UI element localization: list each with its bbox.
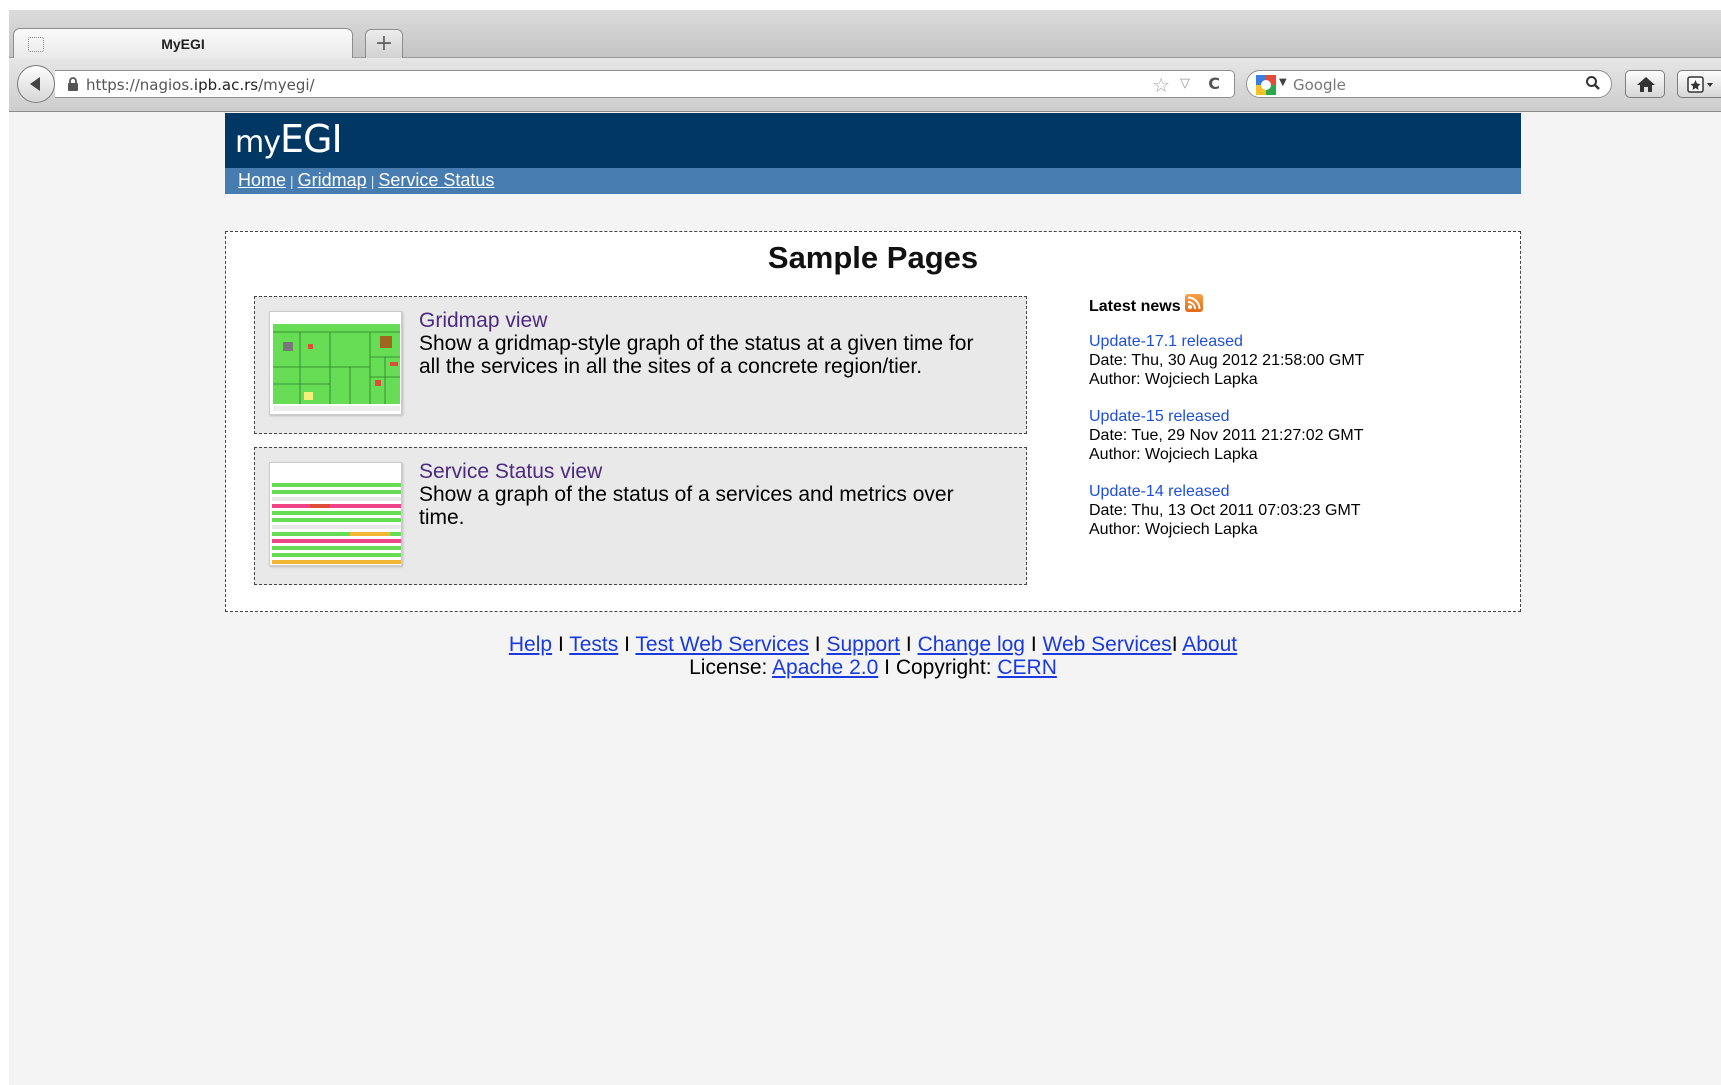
footer-web-services-link[interactable]: Web Services xyxy=(1043,633,1172,656)
license-link[interactable]: Apache 2.0 xyxy=(772,656,878,679)
page-title: Sample Pages xyxy=(767,240,979,275)
nav-separator: | xyxy=(290,173,294,189)
footer-separator: I xyxy=(1171,633,1178,656)
latest-news-heading: Latest news xyxy=(1089,294,1509,315)
footer-separator: I xyxy=(905,633,912,656)
latest-news: Latest news Update-17.1 released Date: T… xyxy=(1089,294,1509,539)
footer-test-web-services-link[interactable]: Test Web Services xyxy=(635,633,809,656)
news-item-link[interactable]: Update-15 released xyxy=(1089,407,1509,426)
copyright-label: Copyright: xyxy=(895,656,992,679)
service-status-view-link[interactable]: Service Status view xyxy=(419,460,602,484)
engine-dropdown-icon[interactable]: ▼ xyxy=(1279,77,1287,88)
reload-icon[interactable]: C xyxy=(1208,74,1220,93)
site-header: myEGI xyxy=(225,113,1521,168)
myegi-logo[interactable]: myEGI xyxy=(235,117,343,161)
home-button[interactable] xyxy=(1625,70,1665,98)
back-arrow-icon xyxy=(30,77,40,91)
footer-separator: I xyxy=(624,633,630,656)
search-icon[interactable] xyxy=(1585,75,1601,96)
gridmap-thumbnail[interactable] xyxy=(269,311,402,415)
footer-tests-link[interactable]: Tests xyxy=(569,633,618,656)
site-nav: Home | Gridmap | Service Status xyxy=(225,168,1521,194)
bookmark-star-icon[interactable]: ☆ xyxy=(1152,73,1170,97)
history-dropdown-icon[interactable]: ▽ xyxy=(1180,76,1190,91)
footer-support-link[interactable]: Support xyxy=(826,633,900,656)
news-item-author: Author: Wojciech Lapka xyxy=(1089,446,1258,463)
nav-gridmap-link[interactable]: Gridmap xyxy=(298,170,367,190)
news-item-author: Author: Wojciech Lapka xyxy=(1089,521,1258,538)
footer-license: License: Apache 2.0 I Copyright: CERN xyxy=(225,656,1521,679)
browser-tab[interactable]: MyEGI xyxy=(13,28,353,59)
nav-home-link[interactable]: Home xyxy=(238,170,286,190)
license-label: License: xyxy=(689,656,768,679)
tab-title: MyEGI xyxy=(161,36,205,52)
footer-links: Help I Tests I Test Web Services I Suppo… xyxy=(225,633,1521,656)
news-item: Update-17.1 released Date: Thu, 30 Aug 2… xyxy=(1089,332,1509,389)
footer-about-link[interactable]: About xyxy=(1182,633,1237,656)
service-status-description: Show a graph of the status of a services… xyxy=(419,483,954,529)
gridmap-view-link[interactable]: Gridmap view xyxy=(419,309,547,333)
gridmap-description: Show a gridmap-style graph of the status… xyxy=(419,332,974,378)
rss-feed-icon[interactable] xyxy=(1184,294,1203,312)
footer-separator: I xyxy=(557,633,564,656)
gridmap-card: Gridmap view Show a gridmap-style graph … xyxy=(254,296,1027,434)
google-engine-icon[interactable] xyxy=(1255,74,1277,96)
news-item-date: Date: Thu, 30 Aug 2012 21:58:00 GMT xyxy=(1089,352,1365,369)
service-status-card: Service Status view Show a graph of the … xyxy=(254,447,1027,585)
url-text: https://nagios.ipb.ac.rs/myegi/ xyxy=(86,76,315,94)
address-bar[interactable]: https://nagios.ipb.ac.rs/myegi/ ☆ ▽ C xyxy=(55,70,1235,98)
bookmarks-icon xyxy=(1687,76,1713,93)
nav-separator: | xyxy=(370,173,375,189)
news-item-date: Date: Thu, 13 Oct 2011 07:03:23 GMT xyxy=(1089,502,1361,519)
navigation-toolbar: https://nagios.ipb.ac.rs/myegi/ ☆ ▽ C ▼ … xyxy=(9,58,1721,112)
page-viewport: myEGI Home | Gridmap | Service Status Sample… xyxy=(9,113,1721,1085)
home-icon xyxy=(1637,77,1655,92)
nav-service-status-link[interactable]: Service Status xyxy=(378,170,494,190)
footer-help-link[interactable]: Help xyxy=(509,633,552,656)
footer-separator: I xyxy=(1030,633,1037,656)
news-item-author: Author: Wojciech Lapka xyxy=(1089,371,1258,388)
news-item-link[interactable]: Update-17.1 released xyxy=(1089,332,1509,351)
new-tab-button[interactable]: + xyxy=(365,29,403,58)
footer-separator: I xyxy=(814,633,821,656)
copyright-link[interactable]: CERN xyxy=(997,656,1057,679)
sample-pages-panel: Sample Pages Gridmap view Show a gridmap… xyxy=(225,231,1521,612)
search-bar[interactable]: ▼ Google xyxy=(1246,70,1612,98)
footer-changelog-link[interactable]: Change log xyxy=(918,633,1025,656)
service-status-thumbnail[interactable] xyxy=(269,462,402,566)
news-item-link[interactable]: Update-14 released xyxy=(1089,482,1509,501)
lock-icon xyxy=(67,77,79,96)
news-item-date: Date: Tue, 29 Nov 2011 21:27:02 GMT xyxy=(1089,427,1364,444)
site-footer: Help I Tests I Test Web Services I Suppo… xyxy=(225,633,1521,679)
news-item: Update-15 released Date: Tue, 29 Nov 201… xyxy=(1089,407,1509,464)
search-input[interactable]: Google xyxy=(1293,76,1346,94)
footer-separator: I xyxy=(884,656,890,679)
bookmarks-button[interactable] xyxy=(1677,70,1721,98)
tab-strip: MyEGI + xyxy=(9,10,1721,59)
browser-window: MyEGI + https://nagios.ipb.ac.rs/myegi/ … xyxy=(9,10,1721,1085)
news-item: Update-14 released Date: Thu, 13 Oct 201… xyxy=(1089,482,1509,539)
back-button[interactable] xyxy=(17,65,55,103)
